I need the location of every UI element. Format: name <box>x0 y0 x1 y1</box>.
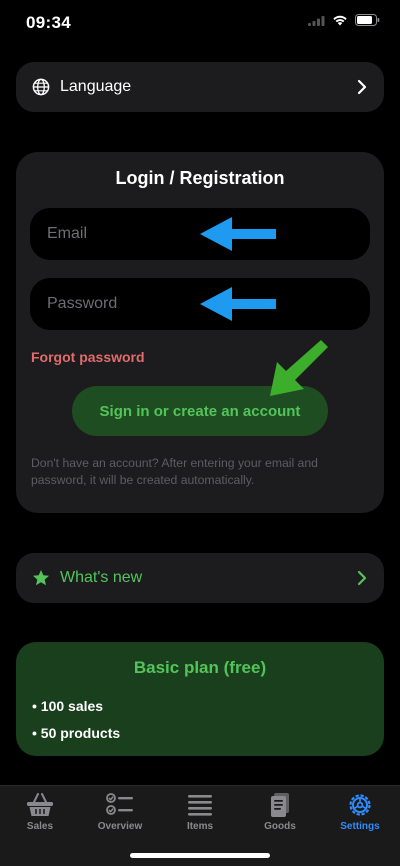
account-hint-text: Don't have an account? After entering yo… <box>31 456 318 487</box>
basket-icon <box>27 793 53 816</box>
wifi-icon <box>333 15 347 26</box>
plan-card[interactable]: Basic plan (free) • 100 sales • 50 produ… <box>16 642 384 756</box>
battery-icon <box>355 14 380 26</box>
language-row[interactable]: Language <box>16 62 384 112</box>
login-title: Login / Registration <box>115 168 285 188</box>
cellular-signal-icon <box>308 15 325 26</box>
tab-label: Settings <box>340 821 380 832</box>
tab-overview[interactable]: Overview <box>80 792 160 832</box>
globe-icon <box>32 78 50 96</box>
chevron-right-icon <box>357 79 367 95</box>
forgot-password-link[interactable]: Forgot password <box>31 349 145 365</box>
gear-icon <box>349 794 371 816</box>
plan-title: Basic plan (free) <box>133 658 267 677</box>
plan-feature-products: • 50 products <box>32 725 121 741</box>
language-label: Language <box>60 78 132 95</box>
annotation-arrow-left-icon <box>200 217 276 251</box>
status-time: 09:34 <box>26 13 71 32</box>
login-card: Login / Registration Forgot password Sig… <box>16 152 384 513</box>
tab-goods[interactable]: Goods <box>240 792 320 832</box>
tab-label: Goods <box>264 821 296 832</box>
annotation-arrow-left-icon <box>200 287 276 321</box>
annotation-arrow-down-left-icon <box>270 340 328 396</box>
whats-new-row[interactable]: What's new <box>16 553 384 603</box>
status-bar: 09:34 <box>0 0 400 48</box>
home-indicator <box>130 853 270 858</box>
whats-new-label: What's new <box>60 569 143 586</box>
tab-label: Sales <box>26 821 54 832</box>
tab-label: Items <box>186 821 214 832</box>
email-input[interactable] <box>47 225 197 243</box>
plan-feature-sales: • 100 sales <box>32 698 104 714</box>
tab-items[interactable]: Items <box>160 792 240 832</box>
star-icon <box>33 570 49 586</box>
chevron-right-icon <box>357 570 367 586</box>
tab-sales[interactable]: Sales <box>0 792 80 832</box>
list-icon <box>188 795 212 816</box>
tab-label: Overview <box>97 821 143 832</box>
document-icon <box>271 793 289 817</box>
password-input[interactable] <box>47 295 197 313</box>
checklist-icon <box>106 793 133 815</box>
status-icons <box>308 14 380 26</box>
tab-settings[interactable]: Settings <box>320 792 400 832</box>
